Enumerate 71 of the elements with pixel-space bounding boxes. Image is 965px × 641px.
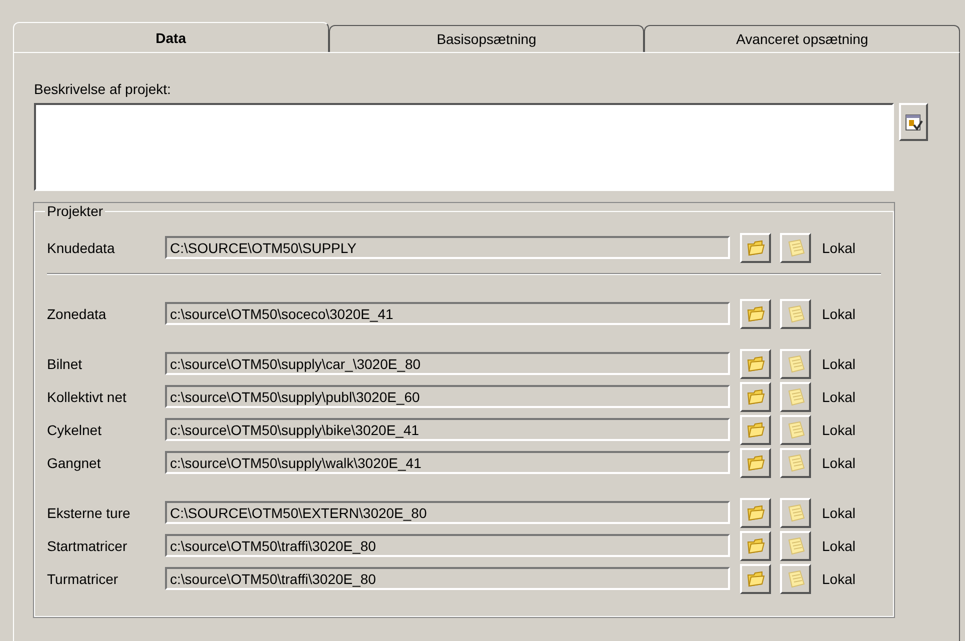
path-field[interactable]: C:\SOURCE\OTM50\SUPPLY bbox=[165, 236, 730, 259]
path-field[interactable]: c:\source\OTM50\traffi\3020E_80 bbox=[165, 534, 730, 557]
notes-button[interactable] bbox=[780, 232, 811, 262]
folder-icon bbox=[746, 454, 766, 472]
scope-label: Lokal bbox=[822, 538, 856, 554]
group-title: Projekter bbox=[46, 203, 104, 219]
tab[interactable]: Avanceret opsætning bbox=[644, 25, 960, 52]
notepad-icon bbox=[786, 388, 806, 406]
notes-button[interactable] bbox=[780, 498, 811, 528]
notepad-icon bbox=[786, 504, 806, 522]
field-label: Startmatricer bbox=[47, 538, 128, 554]
field-label: Zonedata bbox=[47, 306, 108, 322]
scope-label: Lokal bbox=[822, 240, 856, 256]
browse-button[interactable] bbox=[740, 448, 771, 478]
path-field[interactable]: c:\source\OTM50\supply\publ\3020E_60 bbox=[165, 385, 730, 408]
notepad-icon bbox=[786, 454, 806, 472]
field-label: Eksterne ture bbox=[47, 504, 132, 520]
scope-label: Lokal bbox=[822, 422, 856, 438]
notes-button[interactable] bbox=[780, 298, 811, 328]
field-label: Gangnet bbox=[47, 454, 102, 470]
path-field[interactable]: c:\source\OTM50\supply\bike\3020E_41 bbox=[165, 418, 730, 441]
scope-label: Lokal bbox=[822, 306, 856, 322]
folder-icon bbox=[746, 420, 766, 438]
path-field[interactable]: c:\source\OTM50\supply\walk\3020E_41 bbox=[165, 451, 730, 474]
scope-label: Lokal bbox=[822, 504, 856, 520]
folder-icon bbox=[746, 570, 766, 588]
path-field[interactable]: c:\source\OTM50\soceco\3020E_41 bbox=[165, 302, 730, 325]
notepad-icon bbox=[786, 304, 806, 322]
browse-button[interactable] bbox=[740, 498, 771, 528]
notes-button[interactable] bbox=[780, 564, 811, 594]
description-field[interactable] bbox=[34, 103, 894, 191]
notes-button[interactable] bbox=[780, 382, 811, 412]
folder-icon bbox=[746, 504, 766, 522]
tab[interactable]: Basisopsætning bbox=[328, 25, 644, 52]
folder-icon bbox=[746, 238, 766, 256]
field-label: Kollektivt net bbox=[47, 388, 128, 404]
scope-label: Lokal bbox=[822, 570, 856, 586]
field-label: Turmatricer bbox=[47, 570, 120, 586]
notes-button[interactable] bbox=[780, 414, 811, 444]
browse-button[interactable] bbox=[740, 298, 771, 328]
field-label: Knudedata bbox=[47, 240, 116, 256]
calendar-icon bbox=[904, 112, 924, 132]
scope-label: Lokal bbox=[822, 388, 856, 404]
browse-button[interactable] bbox=[740, 414, 771, 444]
notes-button[interactable] bbox=[780, 348, 811, 378]
folder-icon bbox=[746, 388, 766, 406]
browse-button[interactable] bbox=[740, 530, 771, 560]
scope-label: Lokal bbox=[822, 454, 856, 470]
folder-icon bbox=[746, 536, 766, 554]
notepad-icon bbox=[786, 536, 806, 554]
path-field[interactable]: C:\SOURCE\OTM50\EXTERN\3020E_80 bbox=[165, 501, 730, 524]
tab[interactable]: Data bbox=[13, 22, 329, 52]
browse-button[interactable] bbox=[740, 348, 771, 378]
notepad-icon bbox=[786, 354, 806, 372]
folder-icon bbox=[746, 304, 766, 322]
path-field[interactable]: c:\source\OTM50\supply\car_\3020E_80 bbox=[165, 352, 730, 375]
browse-button[interactable] bbox=[740, 564, 771, 594]
description-label: Beskrivelse af projekt: bbox=[34, 81, 172, 97]
notepad-icon bbox=[786, 420, 806, 438]
path-field[interactable]: c:\source\OTM50\traffi\3020E_80 bbox=[165, 567, 730, 590]
notepad-icon bbox=[786, 570, 806, 588]
browse-button[interactable] bbox=[740, 232, 771, 262]
browse-button[interactable] bbox=[740, 382, 771, 412]
field-label: Cykelnet bbox=[47, 422, 102, 438]
notes-button[interactable] bbox=[780, 530, 811, 560]
notes-button[interactable] bbox=[780, 448, 811, 478]
calendar-button[interactable] bbox=[899, 103, 928, 141]
scope-label: Lokal bbox=[822, 356, 856, 372]
notepad-icon bbox=[786, 238, 806, 256]
folder-icon bbox=[746, 354, 766, 372]
field-label: Bilnet bbox=[47, 356, 84, 372]
